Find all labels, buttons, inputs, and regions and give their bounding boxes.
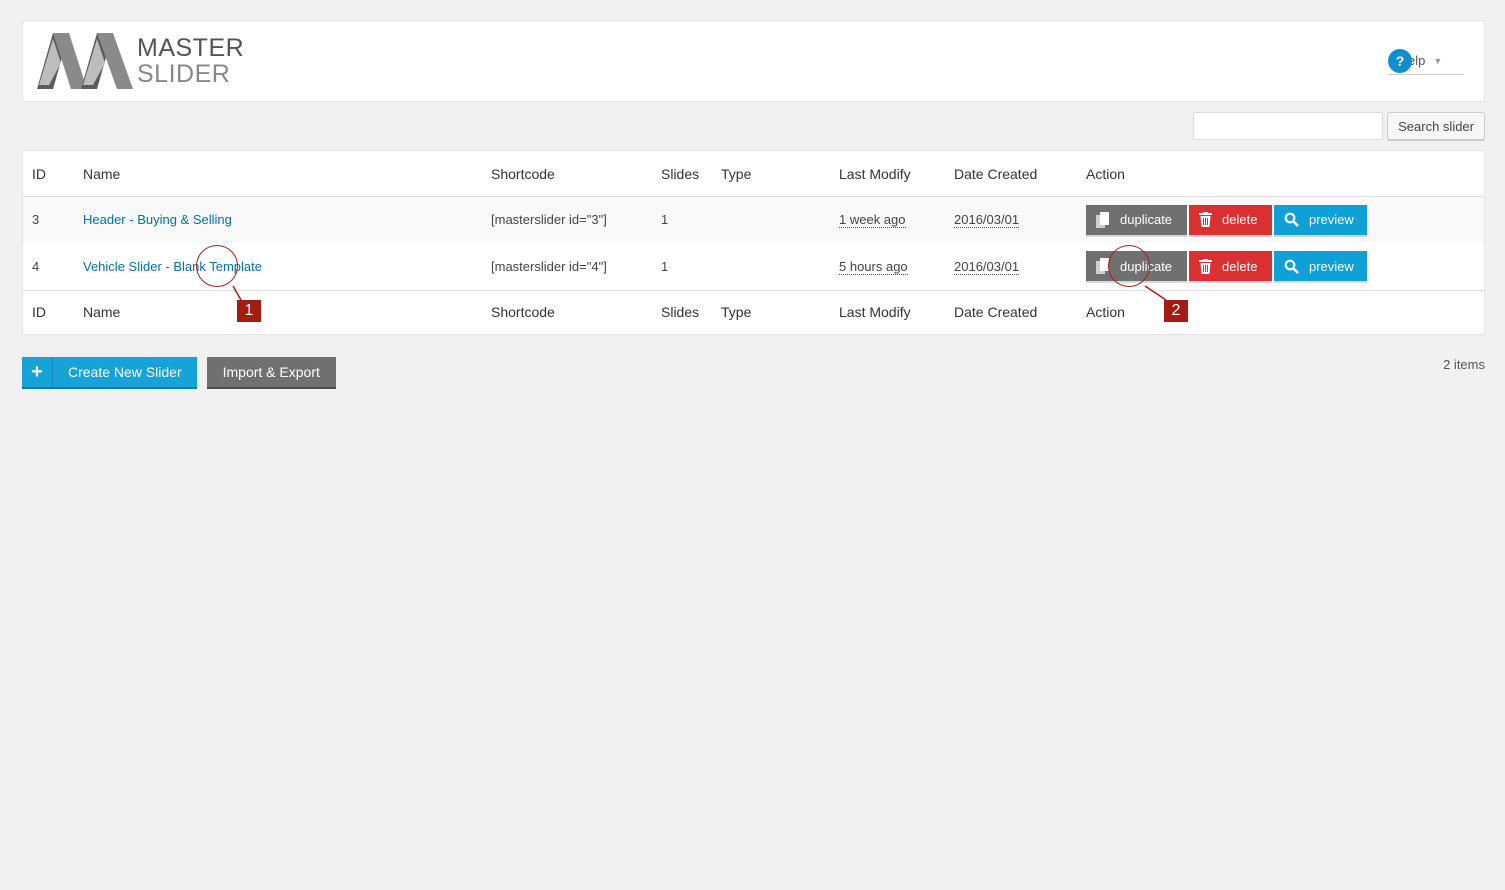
- row-date-created: 2016/03/01: [954, 212, 1020, 229]
- page: MASTER SLIDER ? elp ▼ Search slider ID N…: [0, 0, 1505, 890]
- preview-button[interactable]: preview: [1274, 251, 1367, 282]
- delete-label: delete: [1222, 258, 1258, 274]
- plus-icon: +: [22, 357, 53, 387]
- footer-column-type: Type: [721, 289, 839, 334]
- preview-label: preview: [1309, 258, 1354, 274]
- footer-column-slides: Slides: [661, 289, 721, 334]
- search-icon: [1284, 259, 1299, 274]
- column-name[interactable]: Name: [83, 151, 491, 197]
- search-icon: [1284, 212, 1299, 228]
- slider-name-link[interactable]: Header - Buying & Selling: [83, 212, 232, 227]
- delete-button[interactable]: delete: [1189, 251, 1272, 282]
- table-row: 3 Header - Buying & Selling [masterslide…: [23, 196, 1484, 243]
- column-date-created[interactable]: Date Created: [954, 151, 1086, 197]
- row-slides: 1: [661, 212, 669, 228]
- row-slides: 1: [661, 258, 669, 274]
- items-count: 2 items: [1443, 357, 1485, 372]
- search-input[interactable]: [1193, 112, 1384, 140]
- footer-column-date-created[interactable]: Date Created: [954, 289, 1086, 334]
- question-icon: ?: [1388, 48, 1412, 73]
- footer-column-name[interactable]: Name: [83, 289, 491, 334]
- logo-text-master: MASTER: [137, 33, 245, 62]
- footer-column-action: Action: [1086, 289, 1484, 334]
- create-new-slider-button[interactable]: + Create New Slider: [22, 357, 197, 387]
- column-slides: Slides: [661, 151, 721, 197]
- row-date-created: 2016/03/01: [954, 258, 1020, 275]
- row-last-modify: 5 hours ago: [839, 258, 908, 275]
- preview-button[interactable]: preview: [1274, 204, 1367, 235]
- trash-icon: [1199, 212, 1212, 228]
- chevron-down-icon: ▼: [1433, 55, 1443, 66]
- column-last-modify[interactable]: Last Modify: [839, 151, 954, 197]
- annotation-circle-1: [196, 245, 238, 287]
- row-id: 4: [32, 258, 40, 274]
- duplicate-button[interactable]: duplicate: [1086, 204, 1187, 235]
- column-action: Action: [1086, 151, 1484, 197]
- row-type: [721, 243, 839, 290]
- column-type: Type: [721, 151, 839, 197]
- create-new-slider-label: Create New Slider: [68, 364, 182, 380]
- copy-icon: [1096, 211, 1110, 228]
- trash-icon: [1199, 258, 1212, 274]
- search-slider-button[interactable]: Search slider: [1387, 112, 1485, 140]
- master-slider-logo: MASTER SLIDER: [37, 33, 244, 89]
- search-bar: Search slider: [1193, 112, 1485, 140]
- table-row: 4 Vehicle Slider - Blank Template [maste…: [23, 243, 1484, 290]
- annotation-badge-2: 2: [1164, 300, 1188, 322]
- row-shortcode: [masterslider id="3"]: [491, 212, 607, 228]
- delete-button[interactable]: delete: [1189, 204, 1272, 235]
- header-panel: MASTER SLIDER ? elp ▼: [22, 20, 1485, 102]
- column-shortcode: Shortcode: [491, 151, 661, 197]
- preview-label: preview: [1309, 212, 1354, 228]
- row-last-modify: 1 week ago: [839, 212, 906, 229]
- column-id[interactable]: ID: [23, 151, 83, 197]
- delete-label: delete: [1222, 212, 1258, 228]
- table-header-row: ID Name Shortcode Slides Type Last Modif…: [23, 151, 1484, 197]
- bottom-actions: + Create New Slider Import & Export: [22, 357, 336, 387]
- row-shortcode: [masterslider id="4"]: [491, 258, 607, 274]
- footer-column-id[interactable]: ID: [23, 289, 83, 334]
- logo-text-slider: SLIDER: [137, 59, 231, 88]
- duplicate-label: duplicate: [1120, 212, 1173, 228]
- footer-column-last-modify[interactable]: Last Modify: [839, 289, 954, 334]
- row-actions: duplicate delete preview: [1086, 204, 1484, 235]
- annotation-badge-1: 1: [237, 300, 261, 322]
- row-type: [721, 196, 839, 243]
- help-dropdown[interactable]: ? elp ▼: [1388, 47, 1464, 75]
- row-id: 3: [32, 212, 40, 228]
- logo-mark-icon: [37, 33, 133, 89]
- annotation-circle-2: [1108, 245, 1150, 287]
- import-export-button[interactable]: Import & Export: [206, 357, 336, 387]
- footer-column-shortcode: Shortcode: [491, 289, 661, 334]
